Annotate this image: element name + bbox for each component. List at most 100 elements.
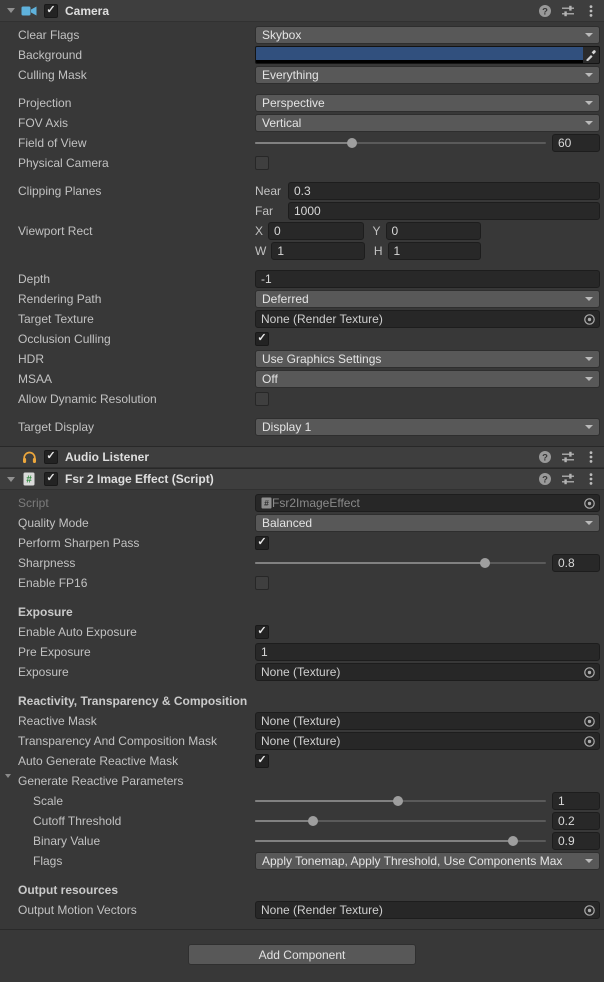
- culling-mask-dropdown[interactable]: Everything: [255, 66, 600, 84]
- perform-sharpen-pass-checkbox[interactable]: ✓: [255, 536, 269, 550]
- pre-exposure-field[interactable]: 1: [255, 643, 600, 661]
- cutoff-threshold-value-field[interactable]: 0.2: [552, 812, 600, 830]
- background-color-field[interactable]: [255, 46, 600, 64]
- row-label: Transparency And Composition Mask: [18, 731, 217, 751]
- field-of-view-value-field[interactable]: 60: [552, 134, 600, 152]
- target-texture-object-field[interactable]: None (Render Texture): [255, 310, 600, 328]
- row-label: Binary Value: [33, 831, 100, 851]
- sharpness-slider-handle[interactable]: [480, 558, 490, 568]
- cutoff-threshold-slider-handle[interactable]: [308, 816, 318, 826]
- object-picker-icon[interactable]: [582, 904, 597, 917]
- chevron-down-icon: [585, 121, 593, 125]
- exposure-object-field[interactable]: None (Texture): [255, 663, 600, 681]
- cutoff-threshold-slider-track[interactable]: [255, 812, 546, 830]
- component-enabled-checkbox[interactable]: ✓: [44, 450, 58, 464]
- camera-icon: [20, 3, 38, 19]
- row-item: W1H1: [0, 241, 604, 261]
- component-header-audio-listener[interactable]: ✓Audio Listener?: [0, 446, 604, 468]
- row-pre-exposure: Pre Exposure1: [0, 642, 604, 662]
- h-field[interactable]: 1: [388, 242, 482, 260]
- script-object-field[interactable]: #Fsr2ImageEffect: [255, 494, 600, 512]
- msaa-dropdown[interactable]: Off: [255, 370, 600, 388]
- x-field[interactable]: 0: [268, 222, 363, 240]
- menu-icon[interactable]: [583, 3, 599, 19]
- presets-icon[interactable]: [560, 3, 576, 19]
- presets-icon[interactable]: [560, 471, 576, 487]
- svg-text:#: #: [264, 498, 269, 508]
- row-label: Culling Mask: [18, 65, 87, 85]
- menu-icon[interactable]: [583, 449, 599, 465]
- inspector-footer: Add Component: [0, 929, 604, 982]
- presets-icon[interactable]: [560, 449, 576, 465]
- enable-fp16-checkbox[interactable]: [255, 576, 269, 590]
- sharpness-value-field[interactable]: 0.8: [552, 554, 600, 572]
- row-label: Scale: [33, 791, 63, 811]
- w-field[interactable]: 1: [271, 242, 365, 260]
- row-label: Script: [18, 493, 49, 513]
- reactive-mask-object-field[interactable]: None (Texture): [255, 712, 600, 730]
- add-component-button[interactable]: Add Component: [188, 944, 416, 965]
- object-picker-icon[interactable]: [582, 497, 597, 510]
- object-picker-icon[interactable]: [582, 735, 597, 748]
- component-title: Fsr 2 Image Effect (Script): [65, 472, 537, 486]
- allow-dynamic-resolution-checkbox[interactable]: [255, 392, 269, 406]
- transparency-and-composition-mask-object-field[interactable]: None (Texture): [255, 732, 600, 750]
- help-icon[interactable]: ?: [537, 449, 553, 465]
- foldout-arrow-icon[interactable]: [4, 4, 18, 18]
- field-of-view-slider-handle[interactable]: [347, 138, 357, 148]
- hdr-dropdown[interactable]: Use Graphics Settings: [255, 350, 600, 368]
- field-of-view-slider-track[interactable]: [255, 134, 546, 152]
- object-picker-icon[interactable]: [582, 666, 597, 679]
- sharpness-slider-track[interactable]: [255, 554, 546, 572]
- row-label: MSAA: [18, 369, 52, 389]
- clear-flags-dropdown[interactable]: Skybox: [255, 26, 600, 44]
- component-enabled-checkbox[interactable]: ✓: [44, 472, 58, 486]
- scale-slider-handle[interactable]: [393, 796, 403, 806]
- row-label: Projection: [18, 93, 71, 113]
- checkmark-icon: ✓: [46, 5, 55, 16]
- physical-camera-checkbox[interactable]: [255, 156, 269, 170]
- background-color-swatch[interactable]: [256, 47, 583, 63]
- header-buttons: ?: [537, 449, 599, 465]
- binary-value-slider: 0.9: [255, 832, 600, 850]
- binary-value-slider-handle[interactable]: [508, 836, 518, 846]
- component-enabled-checkbox[interactable]: ✓: [44, 4, 58, 18]
- binary-value-slider-track[interactable]: [255, 832, 546, 850]
- y-field[interactable]: 0: [386, 222, 481, 240]
- auto-generate-reactive-mask-checkbox[interactable]: ✓: [255, 754, 269, 768]
- scale-value-field[interactable]: 1: [552, 792, 600, 810]
- quality-mode-dropdown[interactable]: Balanced: [255, 514, 600, 532]
- row-value: Balanced: [255, 514, 600, 532]
- eyedropper-icon[interactable]: [583, 47, 599, 63]
- row-value: Use Graphics Settings: [255, 350, 600, 368]
- foldout-arrow-icon[interactable]: [4, 472, 18, 486]
- rendering-path-dropdown[interactable]: Deferred: [255, 290, 600, 308]
- object-picker-icon[interactable]: [582, 313, 597, 326]
- rendering-path-dropdown-value: Deferred: [262, 292, 581, 306]
- projection-dropdown[interactable]: Perspective: [255, 94, 600, 112]
- component-header-camera[interactable]: ✓Camera?: [0, 0, 604, 22]
- depth-field[interactable]: -1: [255, 270, 600, 288]
- component-header-fsr-2-image-effect-script[interactable]: #✓Fsr 2 Image Effect (Script)?: [0, 468, 604, 490]
- fov-axis-dropdown[interactable]: Vertical: [255, 114, 600, 132]
- help-icon[interactable]: ?: [537, 471, 553, 487]
- row-value: Perspective: [255, 94, 600, 112]
- row-reactive-mask: Reactive MaskNone (Texture): [0, 711, 604, 731]
- flags-dropdown[interactable]: Apply Tonemap, Apply Threshold, Use Comp…: [255, 852, 600, 870]
- help-icon[interactable]: ?: [537, 3, 553, 19]
- object-picker-icon[interactable]: [582, 715, 597, 728]
- occlusion-culling-checkbox[interactable]: ✓: [255, 332, 269, 346]
- target-display-dropdown[interactable]: Display 1: [255, 418, 600, 436]
- enable-auto-exposure-checkbox[interactable]: ✓: [255, 625, 269, 639]
- row-value: 1: [255, 792, 600, 810]
- row-value: Apply Tonemap, Apply Threshold, Use Comp…: [255, 852, 600, 870]
- row-value: -1: [255, 270, 600, 288]
- binary-value-value-field[interactable]: 0.9: [552, 832, 600, 850]
- near-field[interactable]: 0.3: [288, 182, 600, 200]
- output-motion-vectors-object-field[interactable]: None (Render Texture): [255, 901, 600, 919]
- foldout-arrow-icon[interactable]: [5, 778, 11, 792]
- scale-slider-track[interactable]: [255, 792, 546, 810]
- target-texture-object-value: None (Render Texture): [261, 312, 582, 326]
- far-field[interactable]: 1000: [288, 202, 600, 220]
- menu-icon[interactable]: [583, 471, 599, 487]
